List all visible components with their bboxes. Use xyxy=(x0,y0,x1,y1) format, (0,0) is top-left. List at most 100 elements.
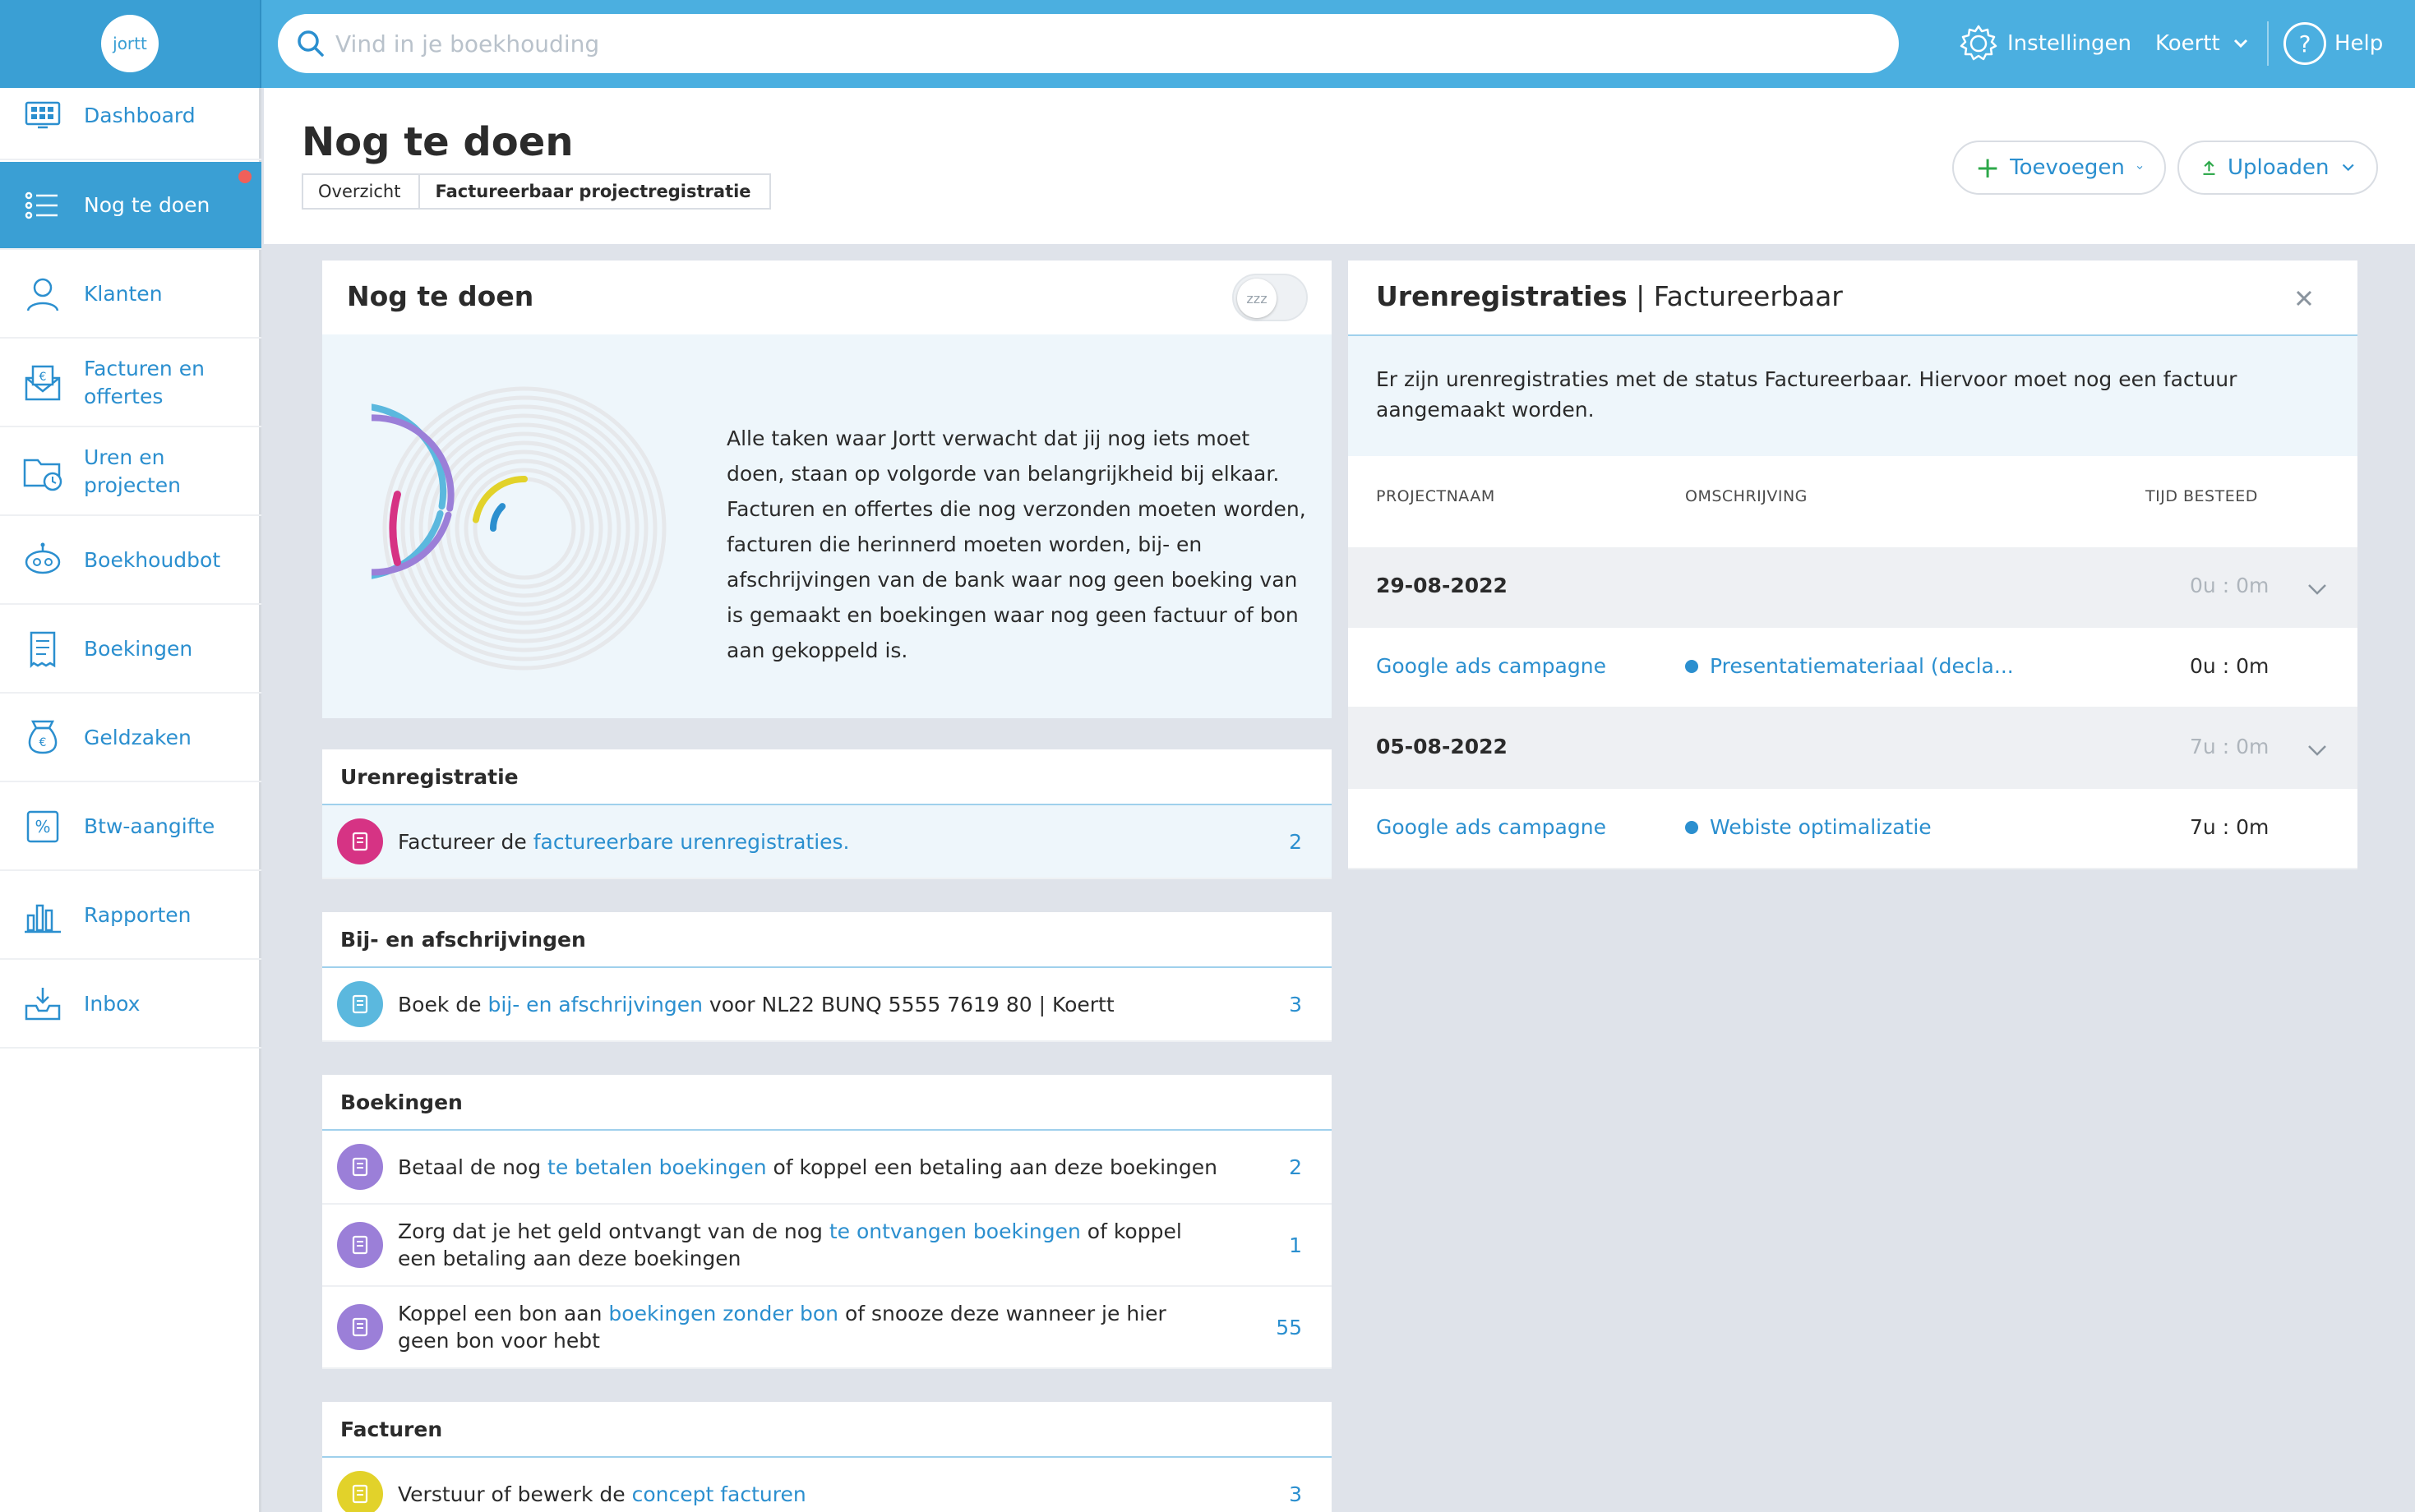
receipt-icon xyxy=(337,1144,383,1190)
task-link[interactable]: concept facturen xyxy=(632,1482,806,1506)
sidebar-item-geldzaken[interactable]: € Geldzaken xyxy=(0,694,261,782)
progress-ring-track xyxy=(446,449,603,607)
task-count[interactable]: 55 xyxy=(1276,1316,1302,1339)
task-row[interactable]: Zorg dat je het geld ontvangt van de nog… xyxy=(322,1205,1332,1287)
entry-time: 7u : 0m xyxy=(2190,815,2270,839)
sidebar-item-inbox[interactable]: Inbox xyxy=(0,961,261,1049)
jortt-logo[interactable]: jortt xyxy=(101,15,159,72)
entry-description[interactable]: Presentatiemateriaal (decla... xyxy=(1685,654,2014,678)
search-input[interactable] xyxy=(335,14,1881,73)
task-count[interactable]: 3 xyxy=(1289,993,1302,1016)
sidebar-item-label: Geldzaken xyxy=(84,725,192,749)
help-button[interactable]: ? Help xyxy=(2283,20,2383,67)
panel-title-sub: | Factureerbaar xyxy=(1627,280,1843,312)
section-urenregistratie: Urenregistratie Factureer de factureerba… xyxy=(322,749,1332,879)
svg-text:€: € xyxy=(39,736,47,749)
sidebar-item-btw-aangifte[interactable]: % Btw-aangifte xyxy=(0,783,261,871)
chevron-down-icon[interactable] xyxy=(2305,577,2330,602)
time-entry-row[interactable]: Google ads campagne Webiste optimalizatie… xyxy=(1348,789,2357,869)
task-link[interactable]: boekingen zonder bon xyxy=(608,1302,838,1325)
receipt-icon xyxy=(337,1304,383,1350)
help-label: Help xyxy=(2334,31,2384,56)
task-row[interactable]: Boek de bij- en afschrijvingen voor NL22… xyxy=(322,968,1332,1042)
task-link[interactable]: factureerbare urenregistraties. xyxy=(533,830,850,854)
column-header-description: OMSCHRIJVING xyxy=(1685,487,1808,505)
snooze-toggle[interactable]: zzz xyxy=(1232,274,1308,321)
receipt-icon xyxy=(337,1222,383,1268)
svg-text:€: € xyxy=(39,371,47,384)
sidebar-item-rapporten[interactable]: Rapporten xyxy=(0,872,261,960)
upload-label: Uploaden xyxy=(2227,155,2330,180)
task-description: Verstuur of bewerk de concept facturen xyxy=(398,1481,1220,1508)
svg-text:%: % xyxy=(35,817,50,837)
folder-clock-icon xyxy=(23,459,62,491)
user-menu[interactable]: Koertt xyxy=(2155,20,2250,67)
todo-description: Alle taken waar Jortt verwacht dat jij n… xyxy=(727,426,1306,662)
status-dot xyxy=(1685,820,1698,834)
sidebar-item-label: Btw-aangifte xyxy=(84,814,215,838)
panel-title-main: Urenregistraties xyxy=(1376,280,1628,312)
sidebar-item-label: Dashboard xyxy=(84,103,196,127)
task-link[interactable]: bij- en afschrijvingen xyxy=(487,993,703,1016)
task-link[interactable]: te betalen boekingen xyxy=(547,1155,767,1179)
date-group-row[interactable]: 05-08-2022 7u : 0m xyxy=(1348,708,2357,789)
progress-ring-track xyxy=(382,386,667,671)
sidebar-item-dashboard[interactable]: Dashboard xyxy=(0,72,261,160)
sidebar-item-boekingen[interactable]: Boekingen xyxy=(0,606,261,694)
panel-info: Er zijn urenregistraties met de status F… xyxy=(1348,334,2357,456)
search-bar[interactable] xyxy=(278,14,1899,73)
add-label: Toevoegen xyxy=(2010,155,2125,180)
breadcrumb: Overzicht Factureerbaar projectregistrat… xyxy=(302,173,771,210)
entry-time: 0u : 0m xyxy=(2190,654,2270,678)
time-entry-row[interactable]: Google ads campagne Presentatiemateriaal … xyxy=(1348,628,2357,708)
task-count[interactable]: 2 xyxy=(1289,1155,1302,1179)
task-description: Factureer de factureerbare urenregistrat… xyxy=(398,828,1220,855)
task-row[interactable]: Koppel een bon aan boekingen zonder bon … xyxy=(322,1287,1332,1369)
task-text-pre: Boek de xyxy=(398,992,488,1016)
sidebar-item-label: Boekhoudbot xyxy=(84,547,221,572)
breadcrumb-overzicht[interactable]: Overzicht xyxy=(302,173,421,210)
progress-ring-uren xyxy=(389,491,401,566)
dashboard-icon xyxy=(25,101,61,129)
bar-chart-icon xyxy=(25,904,61,933)
task-row[interactable]: Betaal de nog te betalen boekingen of ko… xyxy=(322,1131,1332,1205)
close-icon[interactable] xyxy=(2291,285,2317,311)
upload-button[interactable]: Uploaden xyxy=(2177,141,2378,195)
add-button[interactable]: + Toevoegen xyxy=(1952,141,2166,195)
task-progress-rings xyxy=(372,386,667,671)
sidebar-item-facturen-en-offertes[interactable]: € Facturen en offertes xyxy=(0,339,261,427)
todo-card-title: Nog te doen xyxy=(347,280,534,312)
progress-ring-track xyxy=(464,468,585,589)
task-count[interactable]: 2 xyxy=(1289,830,1302,854)
money-bag-icon: € xyxy=(28,720,58,754)
section-bij-afschrijvingen: Bij- en afschrijvingen Boek de bij- en a… xyxy=(322,912,1332,1042)
todo-overview-card: Nog te doen zzz Alle taken waar Jortt ve… xyxy=(322,260,1332,718)
sidebar-item-klanten[interactable]: Klanten xyxy=(0,251,261,339)
task-row[interactable]: Verstuur of bewerk de concept facturen 3 xyxy=(322,1458,1332,1512)
settings-button[interactable]: Instellingen xyxy=(1956,20,2131,67)
sidebar-item-uren-en-projecten[interactable]: Uren en projecten xyxy=(0,428,261,516)
sidebar-item-boekhoudbot[interactable]: Boekhoudbot xyxy=(0,517,261,605)
sidebar-item-label: Inbox xyxy=(84,991,141,1016)
notification-dot xyxy=(238,170,252,183)
task-count[interactable]: 1 xyxy=(1289,1233,1302,1257)
entry-description[interactable]: Webiste optimalizatie xyxy=(1685,815,1932,839)
task-link[interactable]: te ontvangen boekingen xyxy=(829,1219,1081,1243)
task-text-pre: Factureer de xyxy=(398,829,533,854)
chevron-down-icon[interactable] xyxy=(2305,738,2330,763)
task-row[interactable]: Factureer de factureerbare urenregistrat… xyxy=(322,805,1332,879)
calendar-clock-icon xyxy=(337,818,383,864)
date-group-row[interactable]: 29-08-2022 0u : 0m xyxy=(1348,547,2357,628)
task-text-pre: Betaal de nog xyxy=(398,1155,548,1179)
checklist-icon xyxy=(25,191,58,219)
help-icon: ? xyxy=(2283,22,2326,65)
group-total-time: 0u : 0m xyxy=(2190,574,2270,597)
search-icon xyxy=(298,30,324,57)
entry-project-link[interactable]: Google ads campagne xyxy=(1376,815,1606,839)
sidebar-item-label: Nog te doen xyxy=(84,192,210,217)
sidebar-item-nog-te-doen[interactable]: Nog te doen xyxy=(0,162,261,250)
task-count[interactable]: 3 xyxy=(1289,1482,1302,1506)
entry-project-link[interactable]: Google ads campagne xyxy=(1376,654,1606,678)
top-divider xyxy=(2267,21,2269,66)
section-title: Boekingen xyxy=(322,1075,1332,1131)
